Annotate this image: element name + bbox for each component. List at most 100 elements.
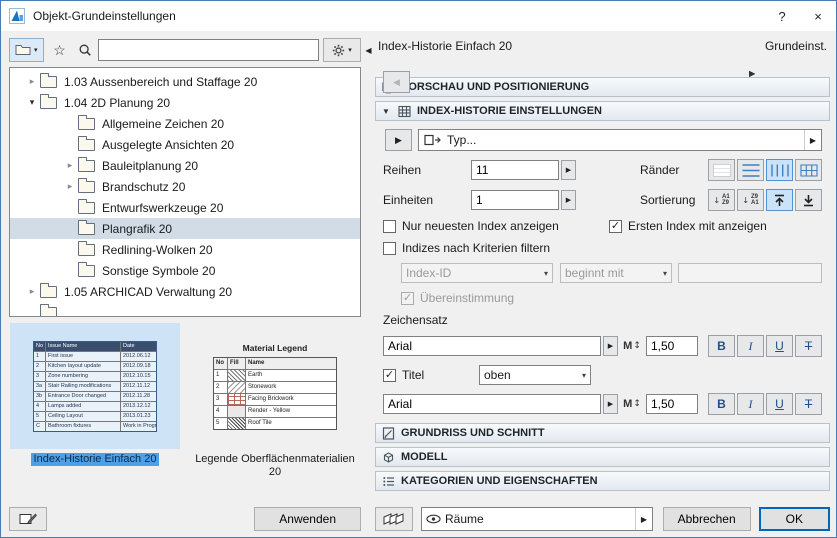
panel-collapse-button[interactable] — [362, 41, 375, 59]
type-selector[interactable]: Typ... — [418, 129, 822, 151]
tree-item[interactable] — [10, 302, 360, 317]
layers-button[interactable] — [375, 507, 413, 531]
font-name-input[interactable] — [383, 336, 601, 356]
chevron-down-icon — [582, 371, 586, 380]
expander-icon[interactable] — [24, 286, 40, 297]
units-popup-button[interactable] — [561, 190, 576, 210]
preview-material-legend[interactable]: Material Legend NoFillName1Earth2Stonewo… — [189, 323, 361, 499]
tree-item[interactable]: Bauleitplanung 20 — [10, 155, 360, 176]
bold-button[interactable]: B — [708, 335, 735, 357]
popup-arrow-icon — [804, 130, 821, 150]
tree-item[interactable]: Redlining-Wolken 20 — [10, 239, 360, 260]
transfer-settings-button[interactable] — [9, 507, 47, 531]
tree-item[interactable]: Entwurfswerkzeuge 20 — [10, 197, 360, 218]
units-input[interactable] — [471, 190, 559, 210]
pad-and-pencil-icon — [19, 512, 37, 526]
ok-button[interactable]: OK — [759, 507, 830, 531]
rows-popup-button[interactable] — [561, 160, 576, 180]
sorting-label: Sortierung — [640, 193, 708, 207]
folder-icon — [78, 118, 95, 130]
preview-label-selected: Index-Historie Einfach 20 — [31, 453, 160, 466]
settings-menu-button[interactable] — [323, 38, 361, 62]
title-bold-button[interactable]: B — [708, 393, 735, 415]
object-previews: NoIssue NameDate1First issue2012.06.122K… — [9, 323, 361, 499]
section-plan-and-section[interactable]: GRUNDRISS UND SCHNITT — [375, 423, 830, 443]
underline-button[interactable]: U — [766, 335, 793, 357]
library-toolbar — [9, 37, 361, 63]
font-popup-button[interactable] — [603, 336, 618, 356]
sort-up-button[interactable] — [766, 189, 793, 211]
sort-az-icon — [722, 194, 730, 206]
tree-item-selected[interactable]: Plangrafik 20 — [10, 218, 360, 239]
tree-item[interactable]: 1.03 Aussenbereich und Staffage 20 — [10, 71, 360, 92]
material-legend-title: Material Legend — [243, 343, 308, 353]
title-font-name-input[interactable] — [383, 394, 601, 414]
close-button[interactable]: × — [800, 1, 836, 31]
title-checkbox[interactable]: Titel — [383, 368, 479, 382]
apply-button[interactable]: Anwenden — [254, 507, 361, 531]
section-index-history-settings[interactable]: INDEX-HISTORIE EINSTELLUNGEN — [375, 101, 830, 121]
show-first-checkbox[interactable]: Ersten Index mit anzeigen — [609, 219, 767, 233]
newest-only-checkbox[interactable]: Nur neuesten Index anzeigen — [383, 219, 609, 233]
material-legend-mini-table: NoFillName1Earth2Stonework3Facing Brickw… — [213, 357, 337, 430]
title-font-size-input[interactable] — [646, 394, 698, 414]
left-footer: Anwenden — [9, 507, 361, 531]
title-strikethrough-button[interactable]: T — [795, 393, 822, 415]
title-font-popup-button[interactable] — [603, 394, 618, 414]
section-preview-positioning[interactable]: VORSCHAU UND POSITIONIERUNG — [375, 77, 830, 97]
checkbox-checked — [383, 369, 396, 382]
borders-columns-button[interactable] — [766, 159, 793, 181]
expander-icon[interactable] — [24, 76, 40, 87]
expander-icon[interactable] — [62, 181, 78, 192]
sort-ascending-button[interactable] — [708, 189, 735, 211]
title-position-select[interactable]: oben — [479, 365, 591, 385]
filter-criteria-checkbox[interactable]: Indizes nach Kriterien filtern — [383, 241, 550, 255]
folder-icon — [40, 286, 57, 298]
filter-operator-select: beginnt mit — [560, 263, 672, 283]
match-checkbox: Übereinstimmung — [401, 291, 514, 305]
folder-icon — [40, 97, 57, 109]
tree-item[interactable]: Brandschutz 20 — [10, 176, 360, 197]
font-size-input[interactable] — [646, 336, 698, 356]
section-model[interactable]: MODELL — [375, 447, 830, 467]
expander-icon[interactable] — [62, 160, 78, 171]
tree-item[interactable]: Allgemeine Zeichen 20 — [10, 113, 360, 134]
layer-select[interactable]: Räume — [421, 507, 653, 531]
cancel-button[interactable]: Abbrechen — [663, 507, 751, 531]
library-tree: 1.03 Aussenbereich und Staffage 20 1.04 … — [9, 67, 361, 317]
preview-thumbnail: Material Legend NoFillName1Earth2Stonewo… — [190, 323, 360, 449]
tree-item[interactable]: Ausgelegte Ansichten 20 — [10, 134, 360, 155]
sort-down-button[interactable] — [795, 189, 822, 211]
title-underline-button[interactable]: U — [766, 393, 793, 415]
help-button[interactable]: ? — [764, 1, 800, 31]
object-type-icon — [424, 134, 441, 146]
rows-label: Reihen — [383, 163, 471, 177]
library-panel: 1.03 Aussenbereich und Staffage 20 1.04 … — [9, 37, 361, 531]
folder-view-button[interactable] — [9, 38, 44, 62]
tree-item[interactable]: 1.05 ARCHICAD Verwaltung 20 — [10, 281, 360, 302]
favorites-button[interactable] — [48, 38, 72, 62]
borders-grid-button[interactable] — [795, 159, 822, 181]
strikethrough-button[interactable]: T — [795, 335, 822, 357]
sorting-buttons — [708, 189, 822, 211]
search-input[interactable] — [98, 39, 319, 61]
settings-header: Index-Historie Einfach 20 Grundeinst. — [375, 35, 830, 57]
borders-none-button[interactable] — [708, 159, 735, 181]
chevron-down-icon — [348, 46, 352, 54]
eye-icon — [426, 514, 441, 524]
folder-icon — [78, 139, 95, 151]
checkbox-checked-disabled — [401, 292, 414, 305]
tree-item[interactable]: Sonstige Symbole 20 — [10, 260, 360, 281]
settings-panel: Index-Historie Einfach 20 Grundeinst. VO… — [375, 35, 830, 531]
tree-item[interactable]: 1.04 2D Planung 20 — [10, 92, 360, 113]
dialog-footer: Räume Abbrechen OK — [375, 507, 830, 531]
gear-icon — [332, 44, 345, 57]
next-type-button[interactable] — [385, 129, 412, 151]
expander-icon[interactable] — [24, 97, 40, 108]
section-categories-properties[interactable]: KATEGORIEN UND EIGENSCHAFTEN — [375, 471, 830, 491]
units-label: Einheiten — [383, 193, 471, 207]
index-history-settings-content: Typ... Reihen Ränder Einheiten — [375, 121, 830, 419]
preview-index-history[interactable]: NoIssue NameDate1First issue2012.06.122K… — [9, 323, 181, 499]
border-style-buttons — [708, 159, 822, 181]
rows-input[interactable] — [471, 160, 559, 180]
